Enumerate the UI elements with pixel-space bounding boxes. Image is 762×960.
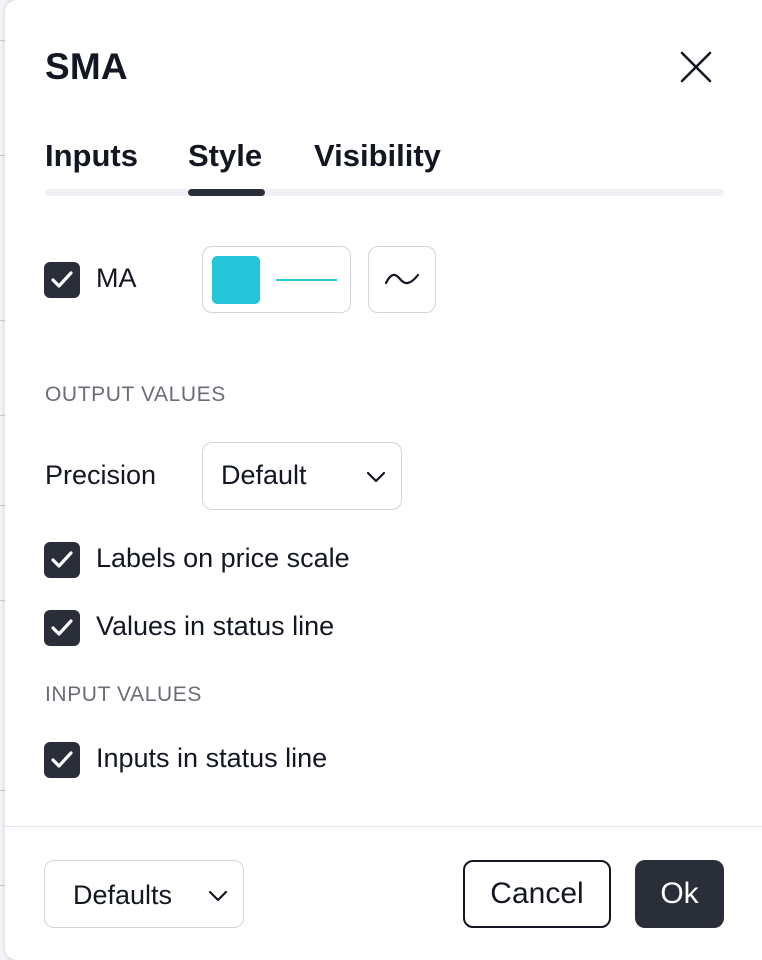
line-plot-icon: [384, 273, 420, 285]
footer-divider: [5, 826, 762, 827]
tab-track: [45, 189, 724, 196]
line-style-preview: [276, 279, 337, 281]
sma-settings-dialog: SMA Inputs Style Visibility MA OUTPUT VA…: [5, 0, 762, 960]
ma-label: MA: [96, 263, 137, 293]
tab-inputs[interactable]: Inputs: [45, 138, 138, 174]
inputs-in-status-line-checkbox[interactable]: [44, 742, 80, 778]
labels-on-price-scale-checkbox[interactable]: [44, 542, 80, 578]
chevron-down-icon: [366, 471, 386, 483]
labels-on-price-scale-label: Labels on price scale: [96, 543, 350, 573]
tab-style[interactable]: Style: [188, 138, 262, 174]
chevron-down-icon: [208, 890, 228, 902]
close-button[interactable]: [675, 46, 717, 88]
precision-label: Precision: [45, 460, 157, 490]
ma-checkbox[interactable]: [44, 262, 80, 298]
plot-type-button[interactable]: [368, 246, 436, 313]
tab-bar: Inputs Style Visibility: [45, 138, 724, 198]
output-values-section-title: OUTPUT VALUES: [45, 383, 226, 406]
color-swatch: [212, 256, 260, 304]
line-color-picker-button[interactable]: [202, 246, 351, 313]
active-tab-indicator: [188, 189, 265, 196]
input-values-section-title: INPUT VALUES: [45, 683, 202, 706]
cancel-button[interactable]: Cancel: [463, 860, 611, 928]
precision-select[interactable]: Default: [202, 442, 402, 510]
tab-visibility[interactable]: Visibility: [314, 138, 441, 174]
checkmark-icon: [51, 619, 73, 636]
values-in-status-line-label: Values in status line: [96, 611, 335, 641]
checkmark-icon: [51, 751, 73, 768]
checkmark-icon: [51, 551, 73, 568]
inputs-in-status-line-label: Inputs in status line: [96, 743, 328, 773]
close-icon: [680, 51, 712, 83]
values-in-status-line-checkbox[interactable]: [44, 610, 80, 646]
dialog-title: SMA: [45, 46, 128, 87]
defaults-label: Defaults: [73, 880, 173, 910]
ok-button[interactable]: Ok: [635, 860, 724, 928]
precision-value: Default: [221, 460, 307, 490]
checkmark-icon: [51, 271, 73, 288]
defaults-dropdown[interactable]: Defaults: [44, 860, 244, 928]
